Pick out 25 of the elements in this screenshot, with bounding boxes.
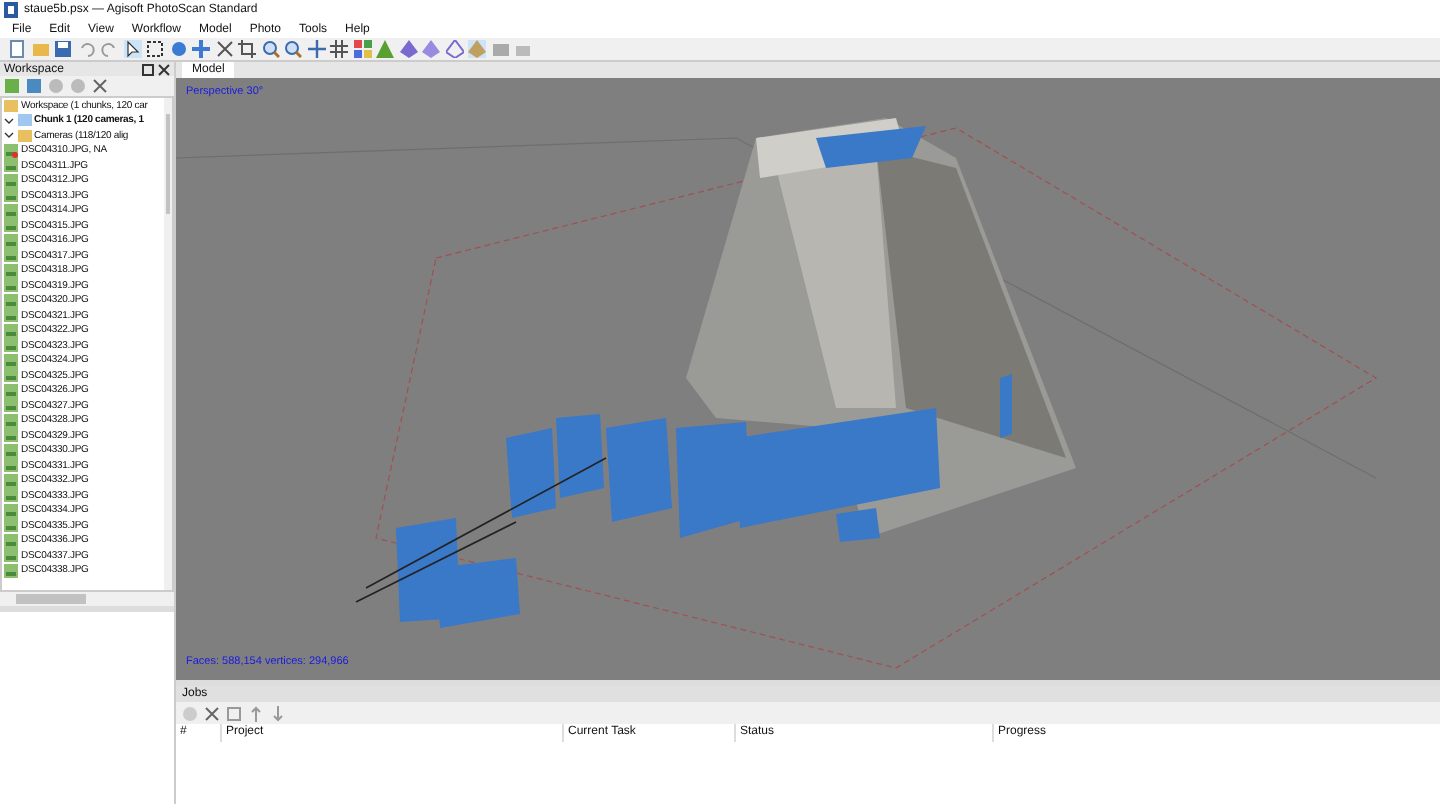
chevron-icon[interactable] (4, 115, 14, 126)
crop-icon[interactable] (238, 40, 256, 58)
zoom-in-icon[interactable] (261, 40, 279, 58)
new-file-icon[interactable] (8, 40, 26, 58)
scrollbar[interactable] (164, 98, 172, 590)
close-icon[interactable] (204, 705, 220, 721)
close-icon[interactable] (92, 78, 108, 94)
grid-icon[interactable] (330, 40, 348, 58)
pointer-icon[interactable] (123, 40, 141, 58)
workspace-icon (4, 99, 18, 112)
chunk-icon (17, 114, 31, 127)
down-arrow-icon[interactable] (270, 705, 286, 721)
float-icon[interactable] (142, 63, 154, 75)
close-icon[interactable] (158, 63, 170, 75)
selection-icon[interactable] (146, 40, 164, 58)
move-icon[interactable] (192, 40, 210, 58)
copy-icon[interactable] (226, 705, 242, 721)
folder-icon (17, 129, 31, 142)
save-icon[interactable] (54, 40, 72, 58)
undo-icon[interactable] (77, 40, 95, 58)
close-icon[interactable] (215, 40, 233, 58)
up-arrow-icon[interactable] (248, 705, 264, 721)
colors-icon[interactable] (353, 40, 371, 58)
zoom-out-icon[interactable] (284, 40, 302, 58)
chevron-icon[interactable] (4, 130, 14, 141)
